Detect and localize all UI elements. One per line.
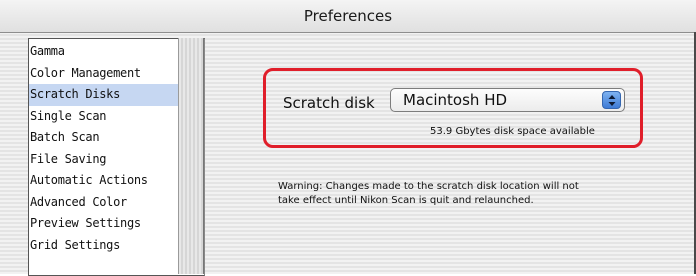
- warning-line-2: take effect until Nikon Scan is quit and…: [278, 194, 534, 206]
- up-down-arrows-icon[interactable]: [602, 91, 621, 109]
- sidebar-scrollbar[interactable]: [178, 38, 204, 274]
- disk-space-available: 53.9 Gbytes disk space available: [430, 126, 595, 137]
- title-bar[interactable]: Preferences: [0, 0, 696, 33]
- scratch-disk-value: Macintosh HD: [403, 91, 508, 109]
- sidebar-item-advanced-color[interactable]: Advanced Color: [29, 192, 178, 214]
- scratch-disk-label: Scratch disk: [283, 94, 375, 112]
- sidebar-item-file-saving[interactable]: File Saving: [29, 149, 178, 171]
- sidebar-item-grid-settings[interactable]: Grid Settings: [29, 235, 178, 257]
- sidebar-item-gamma[interactable]: Gamma: [29, 41, 178, 63]
- sidebar-item-preview-settings[interactable]: Preview Settings: [29, 213, 178, 235]
- sidebar-item-single-scan[interactable]: Single Scan: [29, 106, 178, 128]
- window-title: Preferences: [303, 7, 393, 25]
- warning-message: Warning: Changes made to the scratch dis…: [278, 180, 658, 207]
- warning-line-1: Warning: Changes made to the scratch dis…: [278, 181, 579, 192]
- sidebar-item-automatic-actions[interactable]: Automatic Actions: [29, 170, 178, 192]
- preferences-window: Preferences Gamma Color Management Scrat…: [0, 0, 696, 276]
- scratch-disk-popup[interactable]: Macintosh HD: [390, 88, 625, 112]
- sidebar-item-batch-scan[interactable]: Batch Scan: [29, 127, 178, 149]
- sidebar-item-scratch-disks[interactable]: Scratch Disks: [29, 84, 178, 106]
- sidebar-item-color-management[interactable]: Color Management: [29, 63, 178, 85]
